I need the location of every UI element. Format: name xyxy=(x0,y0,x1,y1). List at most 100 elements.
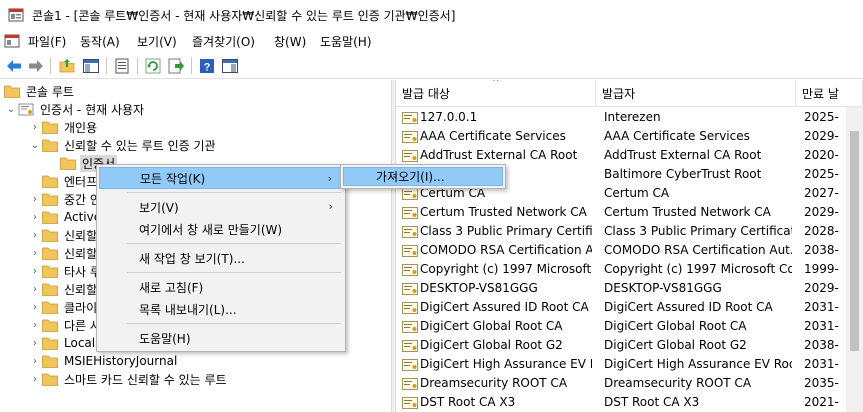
column-header-issued-by[interactable]: 발급자 xyxy=(596,80,796,106)
chevron-down-icon[interactable]: ⌄ xyxy=(28,138,42,152)
show-hide-tree-button[interactable] xyxy=(81,56,101,75)
cell-issued-to: AddTrust External CA Root xyxy=(420,148,578,162)
chevron-right-icon[interactable]: › xyxy=(28,228,42,242)
back-button[interactable] xyxy=(4,56,24,75)
menu-item-label: 가져오기(I)... xyxy=(376,170,445,184)
menu-action[interactable]: 동작(A) xyxy=(78,33,122,50)
certificate-icon xyxy=(402,131,418,143)
tree-item-label: 신뢰할 수 있는 루트 인증 기관 xyxy=(64,138,216,153)
column-header-expiration[interactable]: 만료 날 xyxy=(796,80,863,106)
menu-item-all-tasks[interactable]: 모든 작업(K) › xyxy=(99,167,343,189)
cell-issued-by: DST Root CA X3 xyxy=(604,395,700,409)
tree-item-label: 개인용 xyxy=(64,120,98,135)
chevron-right-icon[interactable]: › xyxy=(28,300,42,314)
refresh-icon xyxy=(145,58,161,73)
certificate-icon xyxy=(402,112,418,124)
cell-issued-to: DigiCert High Assurance EV R... xyxy=(420,357,592,371)
forward-button[interactable] xyxy=(26,56,46,75)
cell-expiration: 2020- xyxy=(804,148,839,162)
menu-window[interactable]: 창(W) xyxy=(272,33,308,50)
tree-item-msie-history[interactable]: › MSIEHistoryJournal xyxy=(28,352,179,370)
table-row[interactable]: DigiCert Global Root G2 DigiCert Global R… xyxy=(396,336,863,355)
submenu-arrow-icon: › xyxy=(328,200,333,213)
tree-item-cert-current-user[interactable]: ⌄ 인증서 - 현재 사용자 xyxy=(4,100,146,118)
table-row[interactable]: DigiCert Global Root CA DigiCert Global R… xyxy=(396,317,863,336)
show-action-pane-button[interactable] xyxy=(220,56,240,75)
folder-icon xyxy=(42,193,58,206)
certificate-icon xyxy=(402,188,418,200)
chevron-right-icon[interactable]: › xyxy=(28,354,42,368)
menu-view[interactable]: 보기(V) xyxy=(135,33,179,50)
table-row[interactable]: DigiCert Assured ID Root CA DigiCert Assu… xyxy=(396,298,863,317)
cell-issued-by: AAA Certificate Services xyxy=(604,129,750,143)
vertical-scrollbar[interactable] xyxy=(846,107,863,412)
chevron-down-icon[interactable]: ⌄ xyxy=(4,102,18,116)
export-list-button[interactable] xyxy=(166,56,186,75)
tree-item-active-directory[interactable]: › Active xyxy=(28,208,103,226)
menu-item-export-list[interactable]: 목록 내보내기(L)... xyxy=(99,298,343,320)
cell-expiration: 2021- xyxy=(804,395,839,409)
chevron-right-icon[interactable]: › xyxy=(28,192,42,206)
menu-item-label: 보기(V) xyxy=(139,200,179,215)
tree-item-third-party[interactable]: › 타사 루 xyxy=(28,262,103,280)
tree-item-console-root[interactable]: 콘솔 루트 xyxy=(4,82,76,100)
tree-item-label: 스마트 카드 신뢰할 수 있는 루트 xyxy=(64,372,227,387)
chevron-right-icon[interactable]: › xyxy=(28,372,42,386)
table-row[interactable]: DST Root CA X3 DST Root CA X3 2021- xyxy=(396,393,863,412)
chevron-right-icon[interactable]: › xyxy=(28,120,42,134)
table-row[interactable]: Copyright (c) 1997 Microsoft ... Copyrigh… xyxy=(396,260,863,279)
table-row[interactable]: 127.0.0.1 Interezen 2025- xyxy=(396,108,863,127)
chevron-right-icon[interactable] xyxy=(28,174,42,188)
table-row[interactable]: COMODO RSA Certification A... COMODO RSA … xyxy=(396,241,863,260)
menu-item-new-taskpad-view[interactable]: 새 작업 창 보기(T)... xyxy=(99,247,343,269)
header-divider xyxy=(396,106,863,107)
table-row[interactable]: Dreamsecurity ROOT CA Dreamsecurity ROOT … xyxy=(396,374,863,393)
chevron-right-icon[interactable]: › xyxy=(28,246,42,260)
tree-item-other-people[interactable]: › 다른 사 xyxy=(28,316,103,334)
up-one-level-button[interactable] xyxy=(57,56,77,75)
chevron-right-icon[interactable]: › xyxy=(28,210,42,224)
chevron-right-icon[interactable]: › xyxy=(28,282,42,296)
tree-item-smart-card-root[interactable]: › 스마트 카드 신뢰할 수 있는 루트 xyxy=(28,370,229,388)
refresh-button[interactable] xyxy=(143,56,163,75)
menu-favorites[interactable]: 즐겨찾기(O) xyxy=(190,33,257,50)
menu-item-import[interactable]: 가져오기(I)... xyxy=(343,167,503,186)
tree-item-label: 신뢰할 xyxy=(64,282,98,297)
table-row[interactable]: DESKTOP-VS81GGG DESKTOP-VS81GGG 2029- xyxy=(396,279,863,298)
column-header-issued-to[interactable]: 발급 대상 ^ xyxy=(396,80,596,106)
tree-item-personal[interactable]: › 개인용 xyxy=(28,118,99,136)
console-menu-icon[interactable] xyxy=(4,33,20,49)
table-row[interactable]: Class 3 Public Primary Certific... Class … xyxy=(396,222,863,241)
cell-issued-by: DigiCert High Assurance EV Root ... xyxy=(604,357,792,371)
menu-file[interactable]: 파일(F) xyxy=(26,33,68,50)
scrollbar-thumb[interactable] xyxy=(850,131,859,351)
menu-item-refresh[interactable]: 새로 고침(F) xyxy=(99,276,343,298)
tree-item-intermediate[interactable]: › 중간 인 xyxy=(28,190,103,208)
tree-item-trusted-root[interactable]: ⌄ 신뢰할 수 있는 루트 인증 기관 xyxy=(28,136,218,154)
table-row[interactable]: AddTrust External CA Root AddTrust Extern… xyxy=(396,146,863,165)
cell-issued-by: AddTrust External CA Root xyxy=(604,148,762,162)
menu-help[interactable]: 도움말(H) xyxy=(318,33,374,50)
tree-item-trusted-1[interactable]: › 신뢰할 xyxy=(28,226,99,244)
title-bar: 콘솔1 - [콘솔 루트₩인증서 - 현재 사용자₩신뢰할 수 있는 루트 인증… xyxy=(0,0,863,30)
cell-issued-to: DESKTOP-VS81GGG xyxy=(420,281,538,295)
chevron-right-icon[interactable]: › xyxy=(28,336,42,350)
tree-item-trusted-2[interactable]: › 신뢰할 xyxy=(28,244,99,262)
menu-item-view[interactable]: 보기(V) › xyxy=(99,196,343,218)
menu-item-help[interactable]: 도움말(H) xyxy=(99,327,343,349)
tree-item-enterprise-trust[interactable]: 엔터프 xyxy=(28,172,99,190)
menu-item-new-window-from-here[interactable]: 여기에서 창 새로 만들기(W) xyxy=(99,218,343,240)
tree-item-client[interactable]: › 클라이 xyxy=(28,298,99,316)
chevron-right-icon[interactable]: › xyxy=(28,264,42,278)
certificate-list-pane[interactable]: 발급 대상 ^ 발급자 만료 날 127.0.0.1 Interezen 2025-… xyxy=(396,80,863,412)
cell-issued-by: Dreamsecurity ROOT CA xyxy=(604,376,752,390)
tree-item-trusted-3[interactable]: › 신뢰할 xyxy=(28,280,99,298)
properties-button[interactable] xyxy=(112,56,132,75)
chevron-right-icon[interactable]: › xyxy=(28,318,42,332)
certificate-icon xyxy=(402,321,418,333)
table-row[interactable]: Certum Trusted Network CA Certum Trusted … xyxy=(396,203,863,222)
tree-item-label: 신뢰할 xyxy=(64,246,98,261)
table-row[interactable]: DigiCert High Assurance EV R... DigiCert … xyxy=(396,355,863,374)
help-button[interactable]: ? xyxy=(197,56,217,75)
table-row[interactable]: AAA Certificate Services AAA Certificate … xyxy=(396,127,863,146)
